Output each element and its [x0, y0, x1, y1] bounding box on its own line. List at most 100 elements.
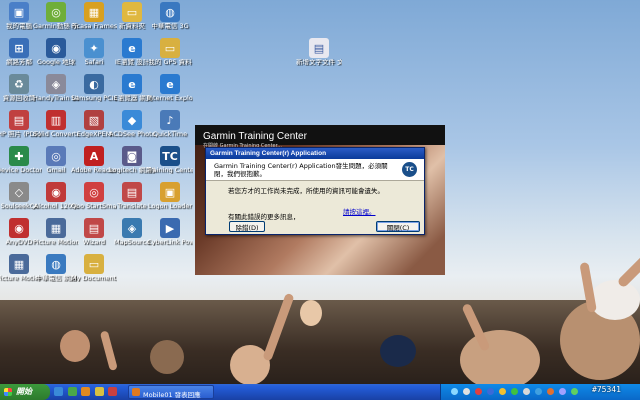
- recycle-bin-icon: ♻: [9, 74, 29, 94]
- powerdvd-icon: ▶: [160, 218, 180, 238]
- desktop-icon-label: My Documents: [71, 275, 117, 282]
- dialog-info: 有關此錯誤的更多訊息，: [228, 213, 300, 221]
- raised-arm: [616, 239, 640, 289]
- safari-icon: ✦: [84, 38, 104, 58]
- gmail-icon: ◎: [46, 146, 66, 166]
- dialog-title: Garmin Training Center(r) Application: [206, 148, 424, 159]
- app-tray-icon[interactable]: [547, 388, 554, 395]
- cht-3g-icon: ◍: [160, 2, 180, 22]
- hp-photo-icon: ▤: [9, 110, 29, 130]
- splash-title: Garmin Training Center: [203, 131, 307, 142]
- network-tray-icon[interactable]: [451, 388, 458, 395]
- internet-explorer-icon: e: [160, 74, 180, 94]
- desktop-icon-new-text-doc[interactable]: ▤新增文字文件 文件夾: [296, 38, 342, 66]
- start-button[interactable]: 開始: [0, 384, 50, 400]
- desktop-icon-label: 中華電信 3G: [151, 23, 189, 30]
- update-tray-icon[interactable]: [499, 388, 506, 395]
- my-documents-icon: ▭: [84, 254, 104, 274]
- desktop-icon-cht-3g[interactable]: ◍ 中華電信 3G: [147, 2, 193, 30]
- outlook-quicklaunch-icon[interactable]: [94, 387, 104, 396]
- logitech-icon: ◙: [122, 146, 142, 166]
- soulseek-icon: ◇: [9, 182, 29, 202]
- wizard-icon: ▤: [84, 218, 104, 238]
- garmin-express-icon: ◎: [46, 2, 66, 22]
- bluetooth-tray-icon[interactable]: [487, 388, 494, 395]
- antivirus-tray-icon[interactable]: [475, 388, 482, 395]
- desktop-icon-label: Logon Loader: [147, 203, 193, 210]
- my-computer-icon: ▣: [9, 2, 29, 22]
- desktop-icon-gps-data[interactable]: ▭ 我的 GPS 資料: [147, 38, 193, 66]
- handytrain-icon: ◈: [46, 74, 66, 94]
- windows-flag-icon: [4, 388, 12, 396]
- adobe-reader-icon: A: [84, 146, 104, 166]
- acdsee-icon: ◆: [122, 110, 142, 130]
- desktop-icon-my-documents[interactable]: ▭ My Documents: [71, 254, 117, 282]
- desktop-icon-quicktime[interactable]: ♪ QuickTime: [147, 110, 193, 138]
- desktop-icon-training-center[interactable]: TC Training Center: [147, 146, 193, 174]
- close-button[interactable]: 關閉(C): [376, 221, 420, 232]
- app-quicklaunch-icon[interactable]: [108, 387, 118, 396]
- app-tray-icon[interactable]: [523, 388, 530, 395]
- logon-loader-icon: ▣: [160, 182, 180, 202]
- network-places-icon: ⊞: [9, 38, 29, 58]
- desktop-icon-label: Training Center: [147, 167, 193, 174]
- translate-icon: ▤: [122, 182, 142, 202]
- training-center-logo-icon: TC: [402, 162, 417, 177]
- ie-designer-icon: e: [122, 38, 142, 58]
- start-label: 開始: [16, 387, 32, 396]
- crowd-head: [460, 330, 540, 384]
- dialog-header: Garmin Training Center(r) Application發生問…: [206, 159, 424, 181]
- alcohol-icon: ◉: [46, 182, 66, 202]
- app-tray-icon[interactable]: [535, 388, 542, 395]
- picture-motion-2-icon: ▦: [9, 254, 29, 274]
- google-earth-icon: ◉: [46, 38, 66, 58]
- taskbar: 開始 Mobile01 發表回應: [0, 384, 640, 400]
- gps-data-icon: ▭: [160, 38, 180, 58]
- volume-tray-icon[interactable]: [463, 388, 470, 395]
- taskbar-item-mobile01[interactable]: Mobile01 發表回應: [128, 385, 214, 399]
- new-folder-icon: ▭: [122, 2, 142, 22]
- solid-converter-icon: ▥: [46, 110, 66, 130]
- details-link[interactable]: 請按這裡。: [343, 206, 376, 216]
- dialog-message: Garmin Training Center(r) Application發生問…: [214, 162, 388, 178]
- picture-motion-icon: ▦: [46, 218, 66, 238]
- firefox-icon: [132, 388, 140, 396]
- app-tray-icon[interactable]: [559, 388, 566, 395]
- mapsource-icon: ◈: [122, 218, 142, 238]
- new-text-doc-icon: ▤: [309, 38, 329, 58]
- taskbar-item-label: Mobile01 發表回應: [143, 391, 201, 399]
- device-doctor-icon: ✚: [9, 146, 29, 166]
- crowd-head: [300, 300, 322, 326]
- desktop-icon-label: 我的 GPS 資料: [148, 59, 192, 66]
- desktop-icon-logon-loader[interactable]: ▣ Logon Loader: [147, 182, 193, 210]
- desktop-quicklaunch-icon[interactable]: [67, 387, 77, 396]
- cht-network-icon: ◍: [46, 254, 66, 274]
- desktop-icon-label: 新增文字文件 文件夾: [296, 59, 342, 66]
- dialog-warning: 若您方才的工作尚未完成，所使用的資訊可能會遺失。: [228, 187, 384, 195]
- desktop-icon-powerdvd[interactable]: ▶CyberLink PowerDVD: [147, 218, 193, 246]
- anydvd-icon: ◉: [9, 218, 29, 238]
- crowd-head: [590, 280, 640, 320]
- quick-launch: [54, 387, 124, 397]
- app-tray-icon[interactable]: [511, 388, 518, 395]
- ie-quicklaunch-icon[interactable]: [54, 387, 63, 396]
- samsung-pc-studio-icon: ◐: [84, 74, 104, 94]
- image-id-badge: #75341: [592, 385, 621, 394]
- training-center-icon: TC: [160, 146, 180, 166]
- crowd-head: [60, 330, 90, 362]
- desktop-icon-label: QuickTime: [152, 131, 188, 138]
- quicktime-icon: ♪: [160, 110, 180, 130]
- qoo-startsmart-icon: ◎: [84, 182, 104, 202]
- media-quicklaunch-icon[interactable]: [81, 387, 91, 396]
- crowd-head: [380, 335, 416, 367]
- crowd-head: [150, 340, 184, 374]
- picasa-frames-icon: ▦: [84, 2, 104, 22]
- desktop-icon-internet-explorer[interactable]: eInternet Explorer: [147, 74, 193, 102]
- app-tray-icon[interactable]: [571, 388, 578, 395]
- error-dialog: Garmin Training Center(r) Application Ga…: [205, 147, 425, 235]
- edgexpem-icon: ▧: [84, 110, 104, 130]
- desktop-icon-label: CyberLink PowerDVD: [147, 239, 193, 246]
- ie-browser-icon: e: [122, 74, 142, 94]
- desktop-icon-label: Internet Explorer: [147, 95, 193, 102]
- debug-button[interactable]: 除錯(D): [229, 221, 265, 232]
